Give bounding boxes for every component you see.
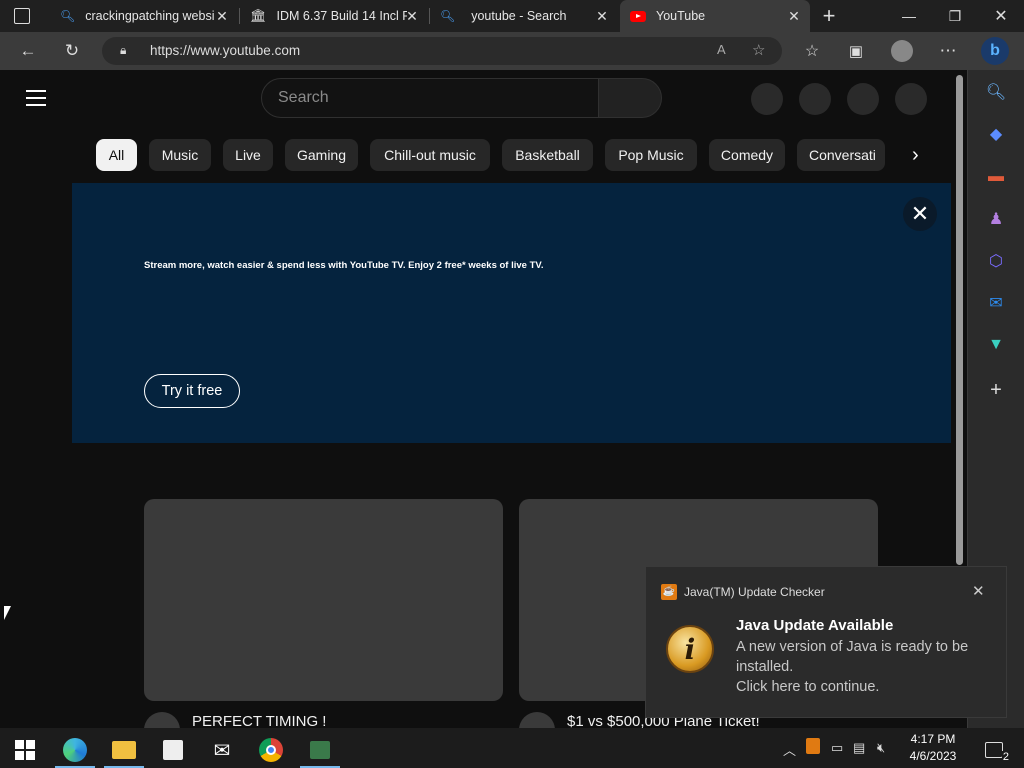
- tab-title: IDM 6.37 Build 14 Incl P: [276, 9, 407, 23]
- chip-basketball[interactable]: Basketball: [502, 139, 593, 171]
- restore-button[interactable]: ❐: [932, 0, 978, 32]
- chip-pop-music[interactable]: Pop Music: [605, 139, 697, 171]
- banner-text: Stream more, watch easier & spend less w…: [144, 260, 544, 271]
- notification-body: A new version of Java is ready to be ins…: [736, 637, 996, 697]
- windows-start-icon[interactable]: [5, 732, 45, 768]
- close-icon[interactable]: ✕: [903, 197, 937, 231]
- tab-youtube[interactable]: YouTube ✕: [620, 0, 810, 32]
- favorites-icon[interactable]: ☆: [797, 36, 827, 66]
- add-favorite-icon[interactable]: ☆: [752, 41, 765, 59]
- meet-now-icon[interactable]: ▭: [831, 740, 843, 756]
- chip-conversation[interactable]: Conversati: [797, 139, 885, 171]
- page-scrollbar[interactable]: [956, 75, 963, 565]
- chip-comedy[interactable]: Comedy: [709, 139, 785, 171]
- notification-title: Java Update Available: [736, 617, 894, 634]
- games-icon[interactable]: ♟: [985, 208, 1007, 230]
- network-icon[interactable]: ▤: [853, 740, 865, 756]
- volume-muted-icon[interactable]: 🔇︎: [877, 740, 885, 756]
- address-bar[interactable]: 🔒︎ https://www.youtube.com A ☆: [102, 37, 782, 65]
- tab-actions-icon[interactable]: [14, 8, 30, 24]
- try-it-free-button[interactable]: Try it free: [144, 374, 240, 408]
- outlook-icon[interactable]: ✉: [985, 292, 1007, 314]
- close-tab-icon[interactable]: ✕: [594, 8, 610, 24]
- search-button[interactable]: [598, 78, 662, 118]
- chevron-up-icon[interactable]: ︿: [783, 740, 796, 759]
- tab-title: YouTube: [656, 9, 706, 23]
- java-update-notification[interactable]: ☕ Java(TM) Update Checker ✕ i Java Updat…: [645, 566, 1007, 718]
- close-tab-icon[interactable]: ✕: [214, 8, 230, 24]
- clock-date[interactable]: 4/6/2023: [903, 749, 963, 763]
- new-tab-button[interactable]: +: [806, 0, 852, 32]
- java-icon: ☕: [661, 584, 677, 600]
- url-text: https://www.youtube.com: [150, 43, 301, 58]
- notification-count-badge: 2: [1001, 751, 1010, 763]
- chrome-icon[interactable]: [251, 732, 291, 768]
- video-thumbnail[interactable]: [144, 499, 503, 701]
- notification-message: A new version of Java is ready to be ins…: [736, 639, 969, 675]
- close-tab-icon[interactable]: ✕: [404, 8, 420, 24]
- search-icon[interactable]: 🔍︎: [985, 81, 1007, 103]
- account-avatar[interactable]: [895, 83, 927, 115]
- chevron-right-icon[interactable]: ›: [912, 144, 919, 167]
- shopping-tag-icon[interactable]: ◆: [985, 123, 1007, 145]
- add-icon[interactable]: +: [985, 379, 1007, 401]
- search-icon: 🔍︎: [60, 9, 76, 23]
- tab-title: crackingpatching websi: [85, 9, 215, 23]
- chip-live[interactable]: Live: [223, 139, 273, 171]
- action-center-icon[interactable]: 2: [976, 732, 1012, 768]
- clock-time[interactable]: 4:17 PM: [903, 732, 963, 746]
- settings-menu-icon[interactable]: ⋯: [933, 36, 963, 66]
- chip-music[interactable]: Music: [149, 139, 211, 171]
- chip-all[interactable]: All: [96, 139, 137, 171]
- tab-youtube-search[interactable]: 🔍︎ youtube - Search ✕: [430, 0, 618, 32]
- app-icon[interactable]: [300, 732, 340, 768]
- close-tab-icon[interactable]: ✕: [786, 8, 802, 24]
- bing-copilot-icon[interactable]: b: [981, 37, 1009, 65]
- browser-titlebar: 🔍︎ crackingpatching websi ✕ 🏛︎ IDM 6.37 …: [0, 0, 1024, 32]
- menu-icon[interactable]: [26, 90, 46, 106]
- search-icon: 🔍︎: [440, 9, 456, 23]
- minimize-button[interactable]: —: [886, 0, 932, 32]
- browser-toolbar: ← ↻ 🔒︎ https://www.youtube.com A ☆ ☆ ▣ ⋯…: [0, 32, 1024, 70]
- info-icon: i: [666, 625, 714, 673]
- close-icon[interactable]: ✕: [972, 582, 985, 600]
- search-placeholder: Search: [278, 89, 329, 106]
- windows-taskbar: ✉ ︿ ▭ ▤ 🔇︎ 4:17 PM 4/6/2023 2: [0, 728, 1024, 768]
- office-icon[interactable]: ⬡: [985, 250, 1007, 272]
- chip-chill-out-music[interactable]: Chill-out music: [370, 139, 490, 171]
- tab-crackingpatching[interactable]: 🔍︎ crackingpatching websi ✕: [50, 0, 238, 32]
- read-aloud-icon[interactable]: A: [717, 42, 726, 57]
- voice-search-button[interactable]: [751, 83, 783, 115]
- youtube-icon: [630, 10, 646, 22]
- notification-app-name: Java(TM) Update Checker: [684, 585, 825, 599]
- bank-icon: 🏛︎: [250, 8, 267, 23]
- tab-idm[interactable]: 🏛︎ IDM 6.37 Build 14 Incl P ✕: [240, 0, 428, 32]
- file-explorer-icon[interactable]: [104, 732, 144, 768]
- collections-icon[interactable]: ▣: [841, 36, 871, 66]
- mouse-cursor: [4, 606, 11, 620]
- drop-icon[interactable]: ▼: [985, 334, 1007, 356]
- chip-gaming[interactable]: Gaming: [285, 139, 358, 171]
- mail-icon[interactable]: ✉: [202, 732, 242, 768]
- tab-title: youtube - Search: [471, 9, 567, 23]
- youtube-tv-banner: Stream more, watch easier & spend less w…: [72, 183, 951, 443]
- close-window-button[interactable]: ✕: [978, 0, 1024, 32]
- java-tray-icon[interactable]: [806, 738, 820, 754]
- notifications-button[interactable]: [847, 83, 879, 115]
- back-button[interactable]: ←: [13, 36, 43, 66]
- microsoft-store-icon[interactable]: [153, 732, 193, 768]
- lock-icon: 🔒︎: [120, 43, 127, 57]
- refresh-button[interactable]: ↻: [57, 36, 87, 66]
- channel-avatar[interactable]: [144, 712, 180, 728]
- notification-action-text[interactable]: Click here to continue.: [736, 677, 996, 697]
- search-input[interactable]: Search: [261, 78, 599, 118]
- create-button[interactable]: [799, 83, 831, 115]
- profile-avatar[interactable]: [887, 36, 917, 66]
- edge-icon[interactable]: [55, 732, 95, 768]
- video-title[interactable]: PERFECT TIMING !: [192, 713, 326, 728]
- tools-icon[interactable]: ▬: [985, 166, 1007, 188]
- channel-avatar[interactable]: [519, 712, 555, 728]
